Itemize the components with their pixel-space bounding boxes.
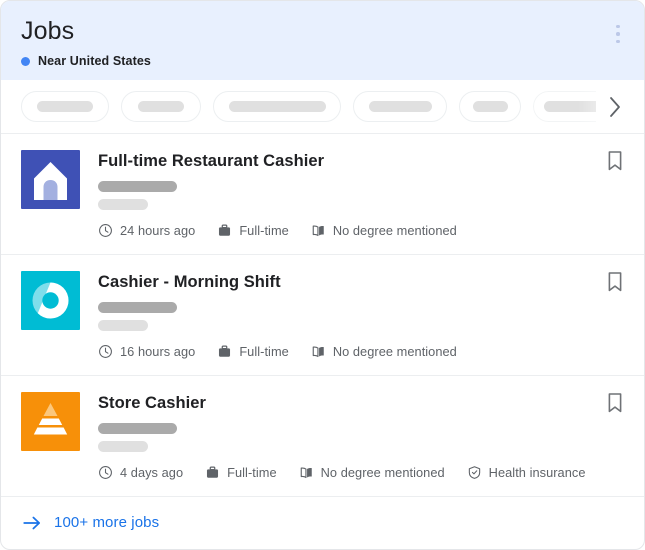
donut-logo [21,271,80,330]
job-list-item[interactable]: Store Cashier 4 days ago [1,376,644,497]
filter-chip[interactable] [121,91,201,122]
job-meta-label: Full-time [227,465,277,480]
location-dot-icon [21,57,30,66]
company-placeholder [98,423,177,434]
chip-placeholder-bar [229,101,326,112]
job-meta-label: Full-time [239,344,289,359]
filter-chip[interactable] [533,91,596,122]
location-placeholder [98,199,148,210]
job-meta-posted: 24 hours ago [98,223,195,238]
jobs-card: Jobs Near United States [0,0,645,550]
chevron-right-icon[interactable] [600,87,630,127]
job-meta-row: 24 hours ago Full-time [98,223,628,238]
job-details: Cashier - Morning Shift 16 hours ago [98,271,628,359]
location-label: Near United States [38,54,151,68]
job-meta-label: No degree mentioned [333,344,457,359]
job-meta-type: Full-time [217,223,289,238]
location-placeholder [98,441,148,452]
location-row: Near United States [21,54,624,68]
company-placeholder [98,181,177,192]
filter-chip-strip [1,80,644,134]
job-title: Store Cashier [98,393,628,413]
shield-check-icon [467,465,482,480]
more-jobs-label: 100+ more jobs [54,514,159,532]
job-meta-label: 16 hours ago [120,344,195,359]
job-meta-row: 4 days ago Full-time [98,465,628,480]
job-details: Store Cashier 4 days ago [98,392,628,480]
job-meta-row: 16 hours ago Full-time [98,344,628,359]
filter-chip[interactable] [459,91,521,122]
book-icon [311,344,326,359]
location-placeholder [98,320,148,331]
job-meta-label: Health insurance [489,465,586,480]
clock-icon [98,223,113,238]
chip-placeholder-bar [369,101,432,112]
clock-icon [98,465,113,480]
briefcase-icon [217,344,232,359]
job-meta-posted: 16 hours ago [98,344,195,359]
more-jobs-link[interactable]: 100+ more jobs [1,497,644,549]
job-meta-label: Full-time [239,223,289,238]
briefcase-icon [205,465,220,480]
more-vert-icon[interactable] [606,19,630,49]
job-meta-degree: No degree mentioned [299,465,445,480]
bookmark-outline-icon[interactable] [602,148,628,174]
filter-chip[interactable] [213,91,341,122]
filter-chip[interactable] [353,91,447,122]
arrow-right-icon [21,512,43,534]
chip-placeholder-bar [138,101,184,112]
bookmark-outline-icon[interactable] [602,269,628,295]
pyramid-logo [21,392,80,451]
job-meta-label: 4 days ago [120,465,183,480]
job-title: Full-time Restaurant Cashier [98,151,628,171]
filter-chips [21,91,596,122]
job-meta-degree: No degree mentioned [311,344,457,359]
job-list-item[interactable]: Cashier - Morning Shift 16 hours ago [1,255,644,376]
job-meta-degree: No degree mentioned [311,223,457,238]
bookmark-outline-icon[interactable] [602,390,628,416]
job-meta-label: 24 hours ago [120,223,195,238]
job-meta-type: Full-time [217,344,289,359]
job-meta-label: No degree mentioned [333,223,457,238]
page-title: Jobs [21,17,624,46]
chip-placeholder-bar [37,101,93,112]
jobs-header: Jobs Near United States [1,1,644,80]
job-meta-posted: 4 days ago [98,465,183,480]
job-title: Cashier - Morning Shift [98,272,628,292]
company-placeholder [98,302,177,313]
job-meta-benefit: Health insurance [467,465,586,480]
book-icon [299,465,314,480]
clock-icon [98,344,113,359]
chip-placeholder-bar [544,101,596,112]
job-meta-label: No degree mentioned [321,465,445,480]
job-meta-type: Full-time [205,465,277,480]
filter-chip[interactable] [21,91,109,122]
job-list: Full-time Restaurant Cashier 24 hours ag… [1,134,644,497]
house-logo [21,150,80,209]
book-icon [311,223,326,238]
job-list-item[interactable]: Full-time Restaurant Cashier 24 hours ag… [1,134,644,255]
briefcase-icon [217,223,232,238]
job-details: Full-time Restaurant Cashier 24 hours ag… [98,150,628,238]
chip-placeholder-bar [473,101,508,112]
